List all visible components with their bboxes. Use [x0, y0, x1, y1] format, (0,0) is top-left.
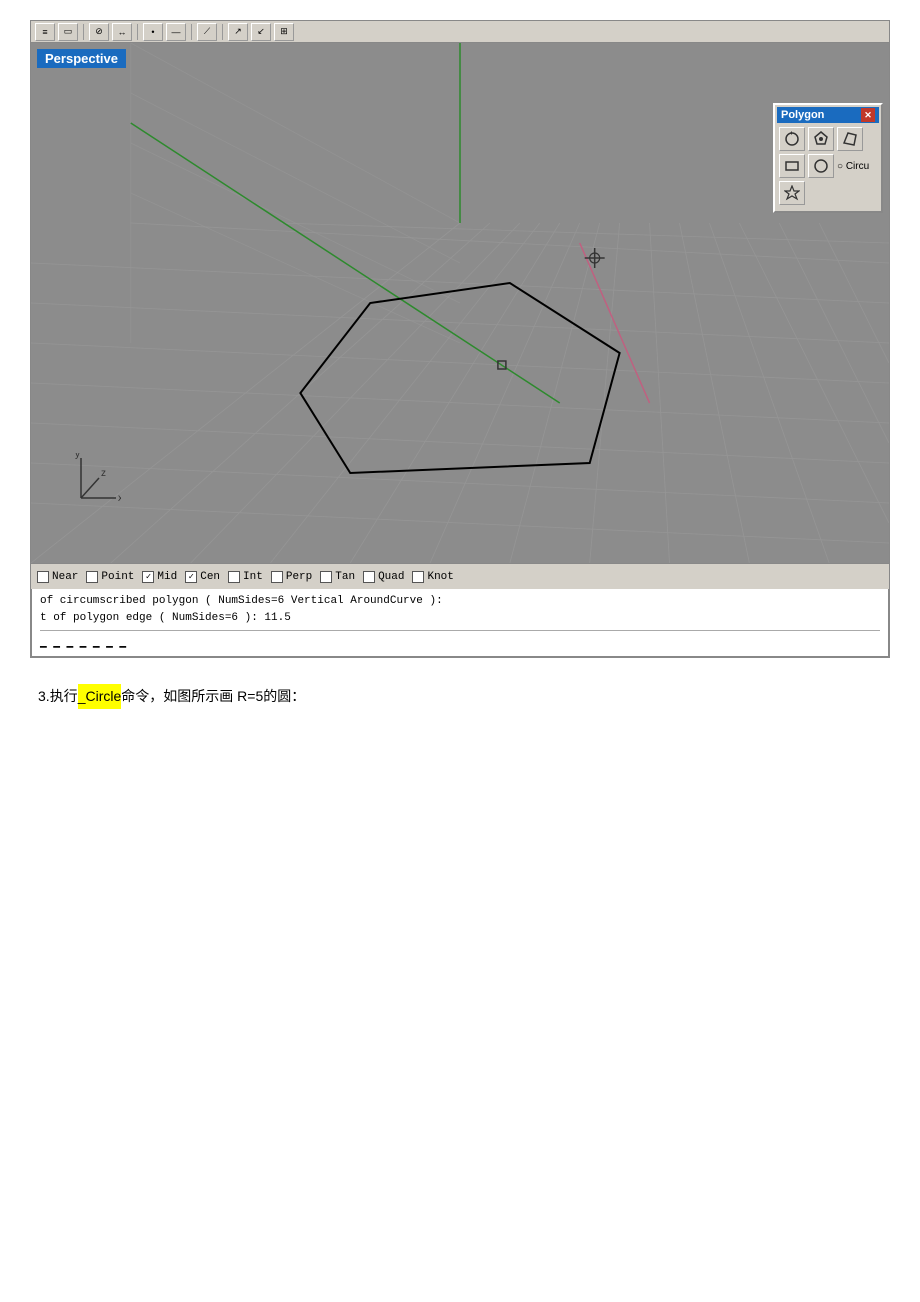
poly-btn-irregular[interactable] — [837, 127, 863, 151]
polygon-row-3 — [779, 181, 877, 205]
snap-int[interactable]: Int — [228, 571, 263, 583]
snap-perp-checkbox[interactable] — [271, 571, 283, 583]
toolbar-sep-3 — [191, 24, 192, 40]
polygon-panel-close[interactable]: ✕ — [861, 108, 875, 122]
svg-text:y: y — [75, 453, 80, 460]
snap-point-label: Point — [101, 571, 134, 583]
snap-mid-checkbox[interactable]: ✓ — [142, 571, 154, 583]
snap-quad-checkbox[interactable] — [363, 571, 375, 583]
svg-text:z: z — [101, 468, 106, 479]
poly-btn-rect[interactable] — [779, 154, 805, 178]
snap-tan-label: Tan — [335, 571, 355, 583]
snap-near[interactable]: Near — [37, 571, 78, 583]
instruction-number: 3. — [38, 684, 50, 709]
toolbar-btn-2[interactable]: ▭ — [58, 23, 78, 41]
snap-point-checkbox[interactable] — [86, 571, 98, 583]
snap-quad[interactable]: Quad — [363, 571, 404, 583]
toolbar-btn-9[interactable]: ↙ — [251, 23, 271, 41]
snap-cen-label: Cen — [200, 571, 220, 583]
polygon-panel-title-text: Polygon — [781, 109, 824, 121]
toolbar-btn-8[interactable]: ↗ — [228, 23, 248, 41]
polygon-panel-body: ○ Circu — [777, 123, 879, 209]
viewport-wrapper: ≡ ▭ ⊘ ↔ • — ⟋ ↗ ↙ ⊞ — [30, 20, 890, 658]
snap-mid-label: Mid — [157, 571, 177, 583]
viewport-3d[interactable]: Perspective y z x Polygon — [31, 43, 889, 563]
polygon-panel-title: Polygon ✕ — [777, 107, 879, 123]
snap-point[interactable]: Point — [86, 571, 134, 583]
instruction-suffix: 命令，如图所示画 R=5的圆： — [121, 684, 305, 709]
toolbar-btn-5[interactable]: • — [143, 23, 163, 41]
snap-near-label: Near — [52, 571, 78, 583]
snap-knot-checkbox[interactable] — [412, 571, 424, 583]
command-area: of circumscribed polygon ( NumSides=6 Ve… — [31, 589, 889, 657]
instruction-area: 3. 执行_Circle 命令，如图所示画 R=5的圆： — [30, 668, 890, 717]
toolbar-sep-4 — [222, 24, 223, 40]
snap-perp-label: Perp — [286, 571, 312, 583]
snap-knot-label: Knot — [427, 571, 453, 583]
toolbar-sep-1 — [83, 24, 84, 40]
poly-btn-star[interactable] — [779, 181, 805, 205]
toolbar-sep-2 — [137, 24, 138, 40]
axes-svg: y z x — [61, 453, 121, 508]
snap-quad-label: Quad — [378, 571, 404, 583]
toolbar-btn-6[interactable]: — — [166, 23, 186, 41]
axes-container: y z x — [61, 453, 121, 513]
toolbar-btn-10[interactable]: ⊞ — [274, 23, 294, 41]
instruction-text: 3. 执行_Circle 命令，如图所示画 R=5的圆： — [38, 684, 882, 709]
snap-perp[interactable]: Perp — [271, 571, 312, 583]
instruction-highlight: _Circle — [78, 684, 122, 709]
poly-btn-circle-c[interactable] — [808, 154, 834, 178]
snap-mid[interactable]: ✓ Mid — [142, 571, 177, 583]
perspective-label: Perspective — [37, 49, 126, 68]
viewport-svg — [31, 43, 889, 563]
polygon-row-2: ○ Circu — [779, 154, 877, 178]
command-divider — [40, 630, 880, 631]
toolbar-btn-4[interactable]: ↔ — [112, 23, 132, 41]
circle-label: ○ Circu — [837, 161, 869, 172]
page-container: ≡ ▭ ⊘ ↔ • — ⟋ ↗ ↙ ⊞ — [0, 0, 920, 737]
poly-btn-circle-arrow[interactable] — [779, 127, 805, 151]
top-toolbar: ≡ ▭ ⊘ ↔ • — ⟋ ↗ ↙ ⊞ — [31, 21, 889, 43]
snap-near-checkbox[interactable] — [37, 571, 49, 583]
snap-tan[interactable]: Tan — [320, 571, 355, 583]
snap-tan-checkbox[interactable] — [320, 571, 332, 583]
snap-knot[interactable]: Knot — [412, 571, 453, 583]
command-line-2: t of polygon edge ( NumSides=6 ): 11.5 — [40, 610, 880, 627]
toolbar-btn-1[interactable]: ≡ — [35, 23, 55, 41]
snap-toolbar: Near Point ✓ Mid ✓ Cen Int Perp — [31, 563, 889, 589]
toolbar-btn-3[interactable]: ⊘ — [89, 23, 109, 41]
poly-btn-pentagon[interactable] — [808, 127, 834, 151]
toolbar-btn-7[interactable]: ⟋ — [197, 23, 217, 41]
command-line-1: of circumscribed polygon ( NumSides=6 Ve… — [40, 593, 880, 610]
snap-int-label: Int — [243, 571, 263, 583]
instruction-prefix: 执行 — [50, 684, 78, 709]
snap-cen-checkbox[interactable]: ✓ — [185, 571, 197, 583]
polygon-row-1 — [779, 127, 877, 151]
snap-int-checkbox[interactable] — [228, 571, 240, 583]
svg-text:x: x — [118, 493, 121, 504]
command-line-3: ▁ ▁ ▁ ▁ ▁ ▁ ▁ — [40, 635, 880, 652]
snap-cen[interactable]: ✓ Cen — [185, 571, 220, 583]
polygon-panel: Polygon ✕ — [773, 103, 883, 213]
